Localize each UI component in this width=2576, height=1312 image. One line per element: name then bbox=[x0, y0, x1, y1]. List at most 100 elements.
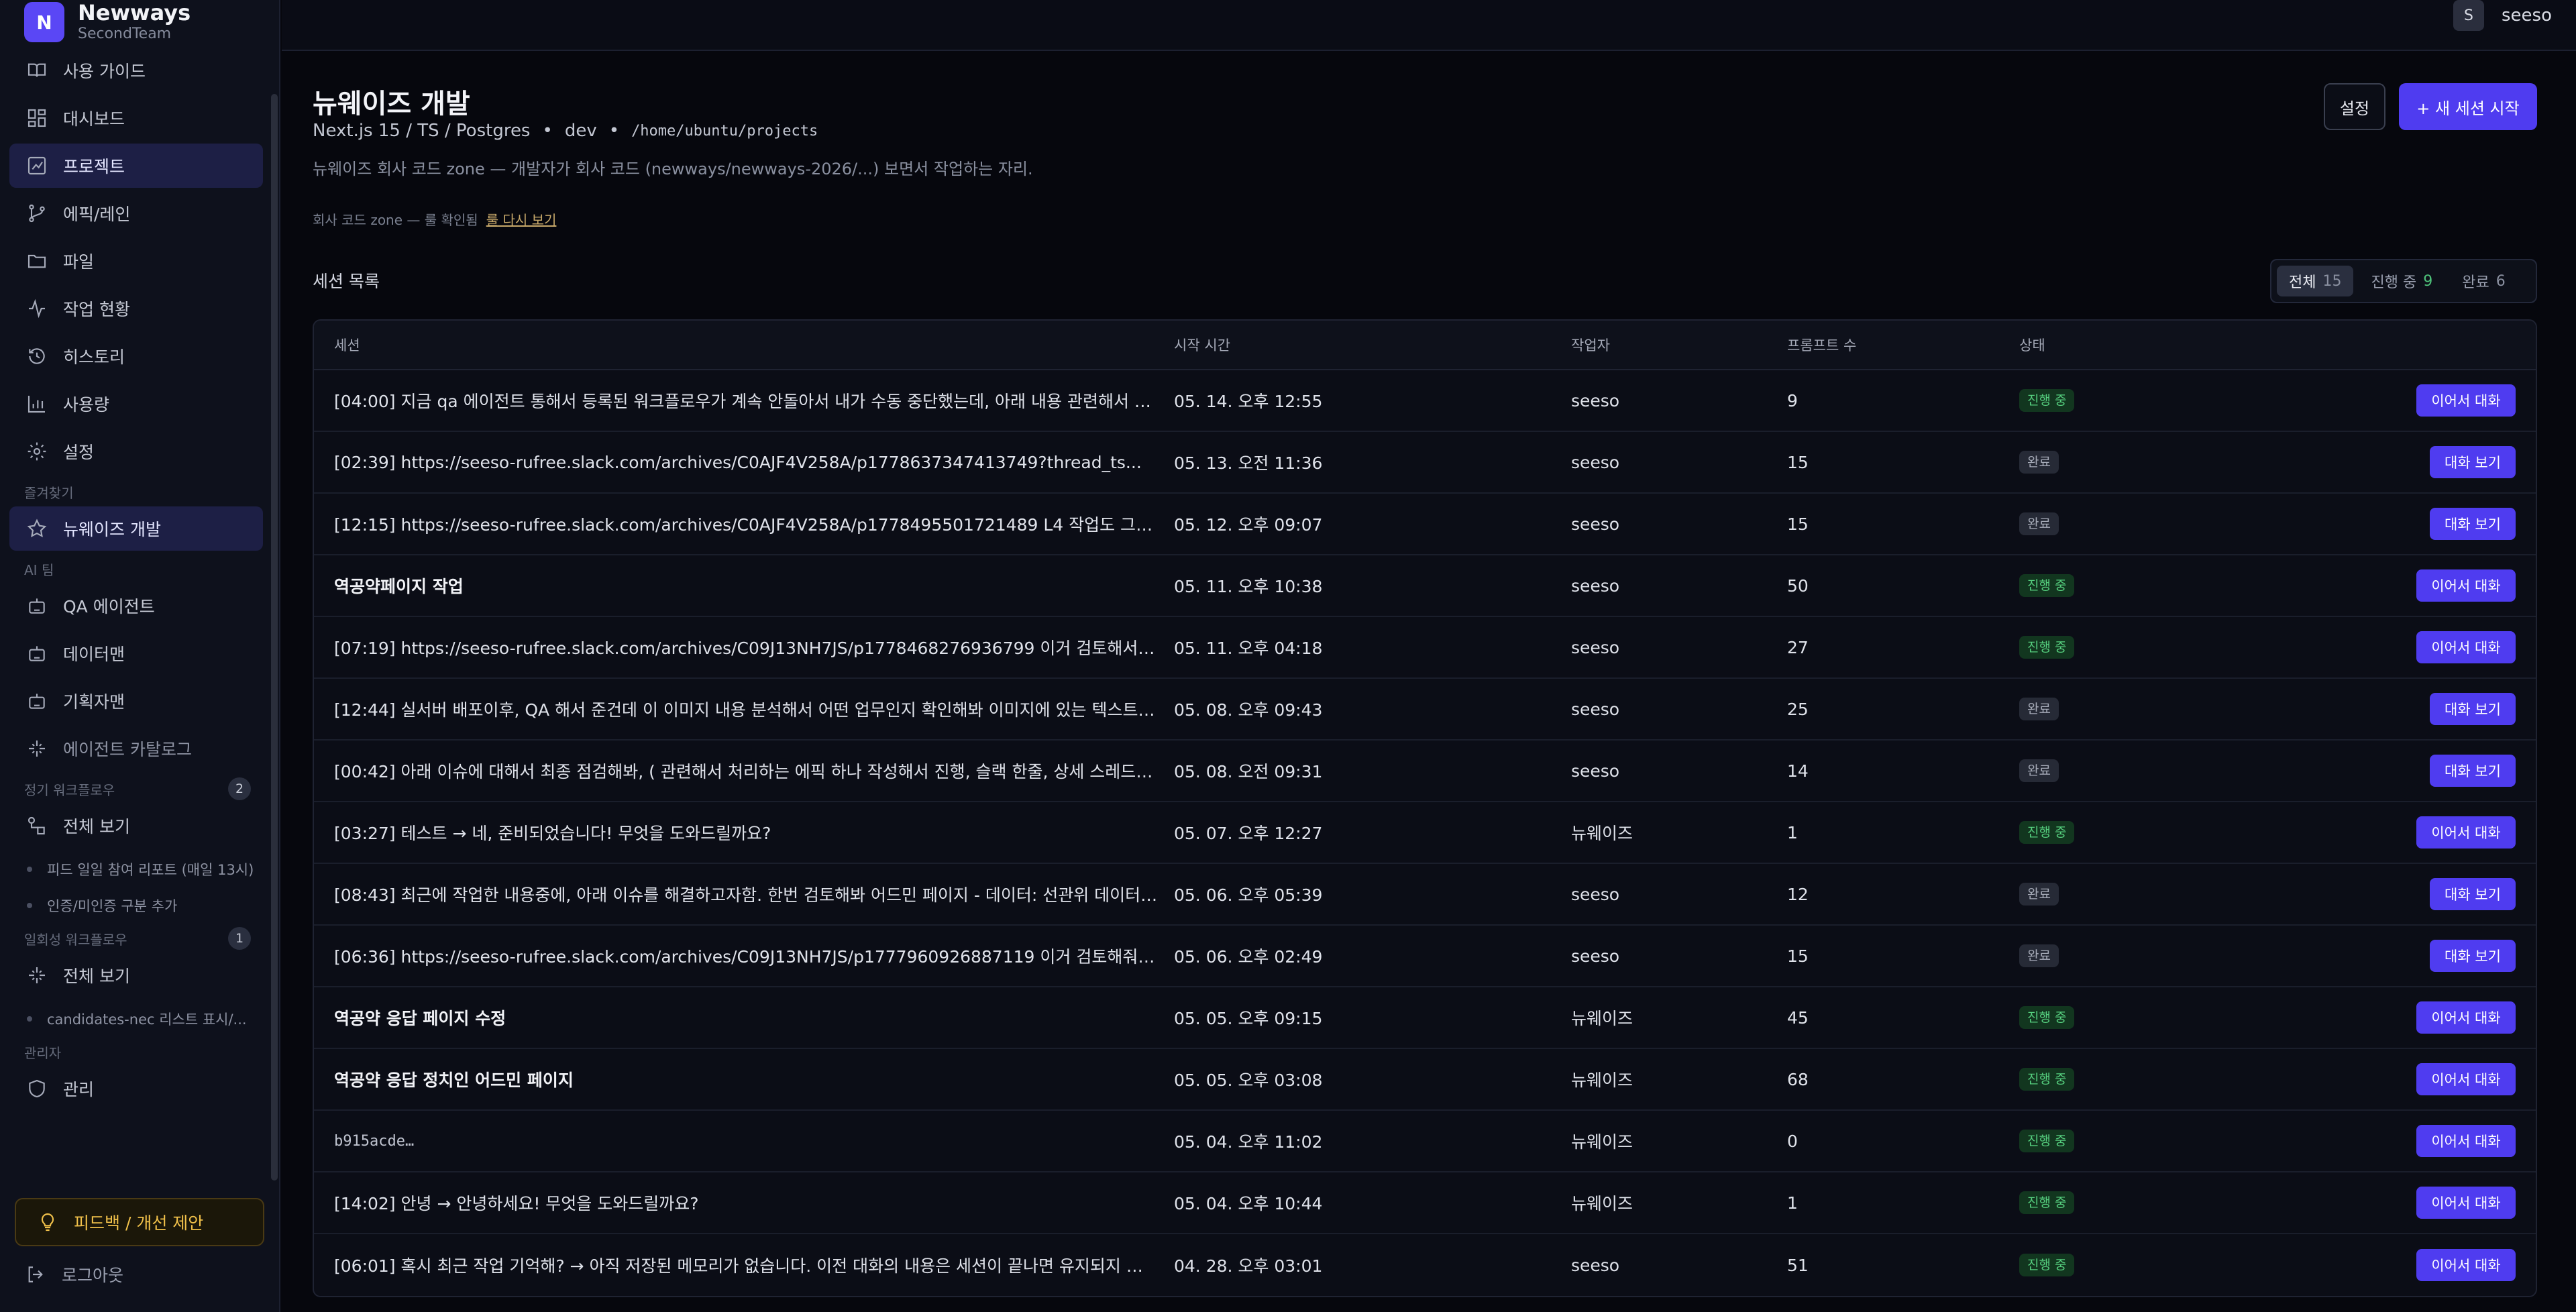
sidebar-item-oneoff-view-all[interactable]: 전체 보기 bbox=[9, 953, 263, 997]
project-path: /home/ubuntu/projects bbox=[631, 122, 818, 140]
session-title[interactable]: [12:44] 실서버 배포이후, QA 해서 준건데 이 이미지 내용 분석해… bbox=[314, 697, 1174, 721]
view-conversation-button[interactable]: 대화 보기 bbox=[2430, 940, 2516, 972]
session-title[interactable]: [04:00] 지금 qa 에이전트 통해서 등록된 워크플로우가 계속 안돌아… bbox=[314, 388, 1174, 413]
continue-conversation-button[interactable]: 이어서 대화 bbox=[2416, 631, 2516, 663]
filter-tab-all[interactable]: 전체 15 bbox=[2277, 266, 2354, 296]
rule-review-link[interactable]: 룰 다시 보기 bbox=[486, 212, 557, 228]
sidebar-item-label: 전체 보기 bbox=[63, 817, 130, 836]
session-start-time: 05. 11. 오후 04:18 bbox=[1174, 639, 1323, 658]
continue-conversation-button[interactable]: 이어서 대화 bbox=[2416, 1125, 2516, 1157]
periodic-workflow-item[interactable]: 인증/미인증 구분 추가 bbox=[9, 887, 263, 924]
session-title[interactable]: [03:27] 테스트 → 네, 준비되었습니다! 무엇을 도와드릴까요? bbox=[314, 820, 1174, 844]
table-header: 세션 시작 시간 작업자 프롬프트 수 상태 bbox=[314, 321, 2536, 370]
continue-conversation-button[interactable]: 이어서 대화 bbox=[2416, 1001, 2516, 1034]
sidebar-item-usage[interactable]: 사용량 bbox=[9, 382, 263, 426]
sidebar-item-label: QA 에이전트 bbox=[63, 597, 155, 616]
robot-icon bbox=[25, 642, 48, 665]
project-settings-button[interactable]: 설정 bbox=[2324, 83, 2385, 130]
session-title[interactable]: [02:39] https://seeso-rufree.slack.com/a… bbox=[314, 453, 1174, 472]
table-row[interactable]: 역공약페이지 작업 05. 11. 오후 10:38 seeso 50 진행 중 이어서 … bbox=[314, 555, 2536, 617]
sidebar-item-epics[interactable]: 에픽/레인 bbox=[9, 191, 263, 235]
filter-tab-running[interactable]: 진행 중9 bbox=[2359, 266, 2445, 296]
table-row[interactable]: [06:01] 혹시 최근 작업 기억해? → 아직 저장된 메모리가 없습니다… bbox=[314, 1234, 2536, 1296]
sidebar-item-dashboard[interactable]: 대시보드 bbox=[9, 96, 263, 140]
new-session-button[interactable]: + 새 세션 시작 bbox=[2399, 83, 2537, 130]
continue-conversation-button[interactable]: 이어서 대화 bbox=[2416, 569, 2516, 602]
session-title[interactable]: b915acde… bbox=[314, 1133, 1174, 1150]
session-title[interactable]: [08:43] 최근에 작업한 내용중에, 아래 이슈를 해결하고자함. 한번 … bbox=[314, 882, 1174, 906]
sidebar-item-label: 기획자맨 bbox=[63, 692, 125, 712]
table-row[interactable]: [08:43] 최근에 작업한 내용중에, 아래 이슈를 해결하고자함. 한번 … bbox=[314, 864, 2536, 926]
sidebar-item-files[interactable]: 파일 bbox=[9, 239, 263, 283]
status-badge: 완료 bbox=[2019, 944, 2059, 967]
sidebar-item-history[interactable]: 히스토리 bbox=[9, 334, 263, 378]
session-start-time: 05. 06. 오후 02:49 bbox=[1174, 947, 1323, 967]
continue-conversation-button[interactable]: 이어서 대화 bbox=[2416, 384, 2516, 417]
session-title[interactable]: 역공약 응답 페이지 수정 bbox=[314, 1005, 1174, 1030]
oneoff-workflow-item[interactable]: candidates-nec 리스트 표시/... bbox=[9, 1001, 263, 1037]
session-title[interactable]: [14:02] 안녕 → 안녕하세요! 무엇을 도와드릴까요? bbox=[314, 1191, 1174, 1215]
sidebar-item-label: 대시보드 bbox=[63, 109, 125, 129]
sidebar-item-settings[interactable]: 설정 bbox=[9, 429, 263, 474]
robot-icon bbox=[25, 594, 48, 617]
history-icon bbox=[25, 345, 48, 368]
session-worker: seeso bbox=[1571, 1255, 1620, 1275]
branch-icon bbox=[25, 202, 48, 225]
continue-conversation-button[interactable]: 이어서 대화 bbox=[2416, 1063, 2516, 1095]
view-conversation-button[interactable]: 대화 보기 bbox=[2430, 878, 2516, 910]
sidebar-item-projects[interactable]: 프로젝트 bbox=[9, 144, 263, 188]
session-start-time: 05. 08. 오전 09:31 bbox=[1174, 762, 1323, 781]
feedback-button[interactable]: 피드백 / 개선 제안 bbox=[15, 1198, 264, 1246]
top-bar: S seeso bbox=[282, 0, 2576, 51]
session-start-time: 05. 13. 오전 11:36 bbox=[1174, 453, 1323, 473]
sidebar-item-favorite-project[interactable]: 뉴웨이즈 개발 bbox=[9, 506, 263, 551]
sidebar-item-dataman[interactable]: 데이터맨 bbox=[9, 631, 263, 675]
sidebar-item-activity[interactable]: 작업 현황 bbox=[9, 286, 263, 331]
table-row[interactable]: [07:19] https://seeso-rufree.slack.com/a… bbox=[314, 617, 2536, 679]
sidebar-item-label: 작업 현황 bbox=[63, 300, 130, 319]
view-conversation-button[interactable]: 대화 보기 bbox=[2430, 693, 2516, 725]
table-row[interactable]: b915acde… 05. 04. 오후 11:02 뉴웨이즈 0 진행 중 이어서 대화 bbox=[314, 1111, 2536, 1172]
continue-conversation-button[interactable]: 이어서 대화 bbox=[2416, 1187, 2516, 1219]
session-prompt-count: 15 bbox=[1787, 514, 1809, 534]
table-row[interactable]: [06:36] https://seeso-rufree.slack.com/a… bbox=[314, 926, 2536, 987]
table-row[interactable]: [12:44] 실서버 배포이후, QA 해서 준건데 이 이미지 내용 분석해… bbox=[314, 679, 2536, 741]
table-row[interactable]: [12:15] https://seeso-rufree.slack.com/a… bbox=[314, 494, 2536, 555]
view-conversation-button[interactable]: 대화 보기 bbox=[2430, 755, 2516, 787]
view-conversation-button[interactable]: 대화 보기 bbox=[2430, 446, 2516, 478]
session-title[interactable]: [00:42] 아래 이슈에 대해서 최종 점검해봐, ( 관련해서 처리하는 … bbox=[314, 759, 1174, 783]
session-title[interactable]: [12:15] https://seeso-rufree.slack.com/a… bbox=[314, 512, 1174, 536]
session-title[interactable]: 역공약 응답 정치인 어드민 페이지 bbox=[314, 1067, 1174, 1091]
status-badge: 완료 bbox=[2019, 698, 2059, 720]
table-row[interactable]: 역공약 응답 페이지 수정 05. 05. 오후 09:15 뉴웨이즈 45 진행 중 이… bbox=[314, 987, 2536, 1049]
sidebar-item-qa-agent[interactable]: QA 에이전트 bbox=[9, 584, 263, 628]
table-row[interactable]: 역공약 응답 정치인 어드민 페이지 05. 05. 오후 03:08 뉴웨이즈 68… bbox=[314, 1049, 2536, 1111]
table-row[interactable]: [14:02] 안녕 → 안녕하세요! 무엇을 도와드릴까요? 05. 04. 오… bbox=[314, 1172, 2536, 1234]
sidebar-item-label: 전체 보기 bbox=[63, 967, 130, 986]
sidebar-item-agent-catalog[interactable]: 에이전트 카탈로그 bbox=[9, 726, 263, 771]
session-title[interactable]: [06:01] 혹시 최근 작업 기억해? → 아직 저장된 메모리가 없습니다… bbox=[314, 1253, 1174, 1277]
sidebar-item-guide[interactable]: 사용 가이드 bbox=[9, 48, 263, 93]
session-title[interactable]: 역공약페이지 작업 bbox=[314, 573, 1174, 598]
continue-conversation-button[interactable]: 이어서 대화 bbox=[2416, 1249, 2516, 1281]
folder-icon bbox=[25, 250, 48, 272]
filter-tab-done[interactable]: 완료 6 bbox=[2450, 266, 2517, 296]
logout-button[interactable]: 로그아웃 bbox=[24, 1256, 123, 1293]
session-title[interactable]: [07:19] https://seeso-rufree.slack.com/a… bbox=[314, 635, 1174, 659]
periodic-workflow-item[interactable]: 피드 일일 참여 리포트 (매일 13시) bbox=[9, 851, 263, 887]
session-prompt-count: 27 bbox=[1787, 637, 1809, 657]
table-row[interactable]: [00:42] 아래 이슈에 대해서 최종 점검해봐, ( 관련해서 처리하는 … bbox=[314, 741, 2536, 802]
sidebar-item-periodic-view-all[interactable]: 전체 보기 bbox=[9, 804, 263, 848]
table-row[interactable]: [03:27] 테스트 → 네, 준비되었습니다! 무엇을 도와드릴까요? 05.… bbox=[314, 802, 2536, 864]
table-row[interactable]: [02:39] https://seeso-rufree.slack.com/a… bbox=[314, 432, 2536, 494]
view-conversation-button[interactable]: 대화 보기 bbox=[2430, 508, 2516, 540]
user-menu[interactable]: S seeso bbox=[2453, 0, 2552, 31]
sidebar-item-admin[interactable]: 관리 bbox=[9, 1067, 263, 1111]
brand[interactable]: N Newways SecondTeam bbox=[24, 0, 191, 44]
session-title[interactable]: [06:36] https://seeso-rufree.slack.com/a… bbox=[314, 944, 1174, 968]
continue-conversation-button[interactable]: 이어서 대화 bbox=[2416, 816, 2516, 849]
session-prompt-count: 45 bbox=[1787, 1007, 1809, 1028]
sidebar-item-planner[interactable]: 기획자맨 bbox=[9, 679, 263, 723]
sidebar-scrollbar[interactable] bbox=[271, 94, 278, 1181]
table-row[interactable]: [04:00] 지금 qa 에이전트 통해서 등록된 워크플로우가 계속 안돌아… bbox=[314, 370, 2536, 432]
